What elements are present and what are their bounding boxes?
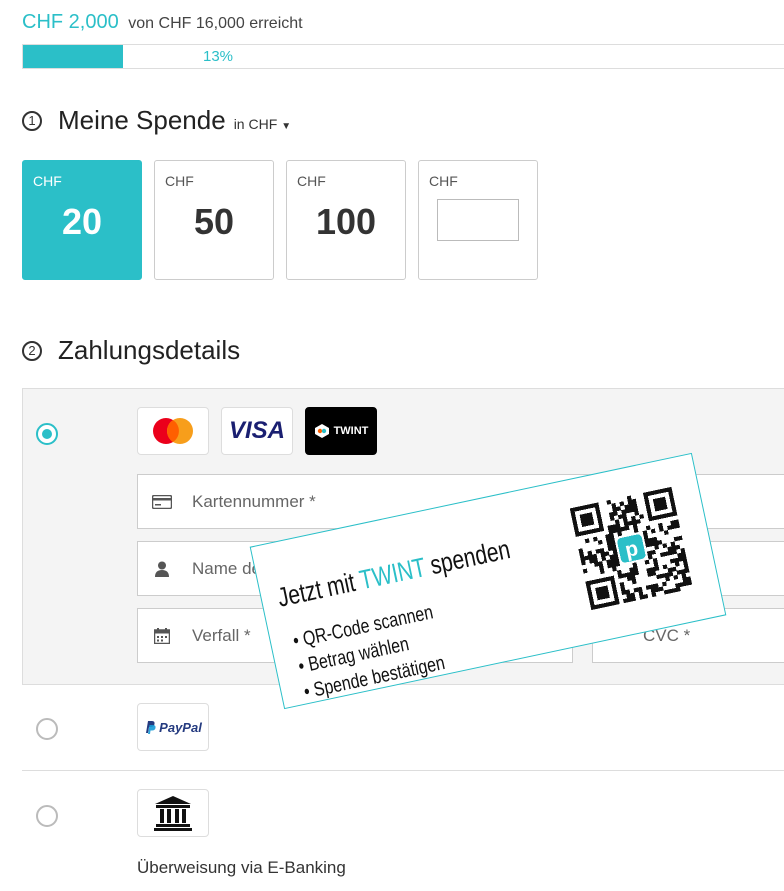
goal-text: von CHF 16,000 erreicht [128, 15, 303, 32]
visa-logo: VISA [221, 407, 293, 455]
progress-bar: 13% [22, 44, 784, 69]
promo-title-brand: TWINT [356, 552, 428, 596]
bank-logo[interactable] [137, 789, 209, 837]
step-1-number: 1 [22, 110, 42, 131]
twint-logo: TWINT [305, 407, 377, 455]
twint-wordmark: TWINT [333, 425, 369, 437]
currency-label: in CHF [233, 115, 278, 132]
step-1-title: Meine Spende [58, 105, 226, 135]
twint-steps-list: • QR-Code scannen • Betrag wählen • Spen… [291, 599, 448, 705]
step-1-header: 1 Meine Spende in CHF ▼ [22, 105, 291, 136]
paypal-icon [146, 721, 156, 734]
promo-title-post: spenden [427, 534, 513, 581]
divider [22, 770, 784, 771]
credit-card-icon [152, 494, 172, 509]
amount-option-custom[interactable]: CHF [418, 160, 538, 280]
raised-value: CHF 2,000 [22, 11, 119, 33]
step-2-header: 2 Zahlungsdetails [22, 335, 240, 366]
paypal-wordmark: PayPal [159, 719, 202, 735]
twint-icon [314, 424, 329, 438]
amount-currency: CHF [33, 173, 62, 189]
radio-paypal[interactable] [36, 718, 58, 740]
visa-wordmark: VISA [228, 417, 285, 444]
bank-icon [154, 796, 192, 831]
expiry-placeholder: Verfall * [192, 625, 251, 645]
twint-promo-title: Jetzt mit TWINT spenden [275, 534, 513, 614]
promo-title-pre: Jetzt mit [274, 567, 358, 613]
radio-card[interactable] [36, 423, 58, 445]
radio-bank[interactable] [36, 805, 58, 827]
amount-currency: CHF [429, 173, 458, 189]
progress-percent: 13% [203, 48, 234, 65]
amount-option-20[interactable]: CHF 20 [22, 160, 142, 280]
name-placeholder: Name de [192, 558, 261, 578]
amount-value: 50 [193, 201, 235, 242]
amount-option-50[interactable]: CHF 50 [154, 160, 274, 280]
mastercard-icon [153, 418, 193, 444]
paypal-logo[interactable]: PayPal [137, 703, 209, 751]
currency-dropdown[interactable]: in CHF ▼ [234, 116, 291, 132]
amount-value: 100 [315, 201, 377, 242]
mastercard-logo [137, 407, 209, 455]
user-icon [152, 561, 172, 577]
step-2-title: Zahlungsdetails [58, 335, 241, 365]
amount-currency: CHF [297, 173, 326, 189]
amount-option-100[interactable]: CHF 100 [286, 160, 406, 280]
custom-amount-input[interactable] [437, 199, 519, 241]
qr-code-icon: p [569, 486, 693, 611]
amount-value: 20 [61, 201, 103, 242]
bank-transfer-label: Überweisung via E-Banking [137, 858, 346, 877]
step-2-number: 2 [22, 340, 42, 361]
caret-down-icon: ▼ [281, 120, 292, 132]
progress-fill [23, 45, 123, 68]
card-number-placeholder: Kartennummer * [192, 491, 316, 511]
raised-amount: CHF 2,000 von CHF 16,000 erreicht [22, 11, 303, 34]
calendar-icon [152, 627, 172, 644]
amount-currency: CHF [165, 173, 194, 189]
